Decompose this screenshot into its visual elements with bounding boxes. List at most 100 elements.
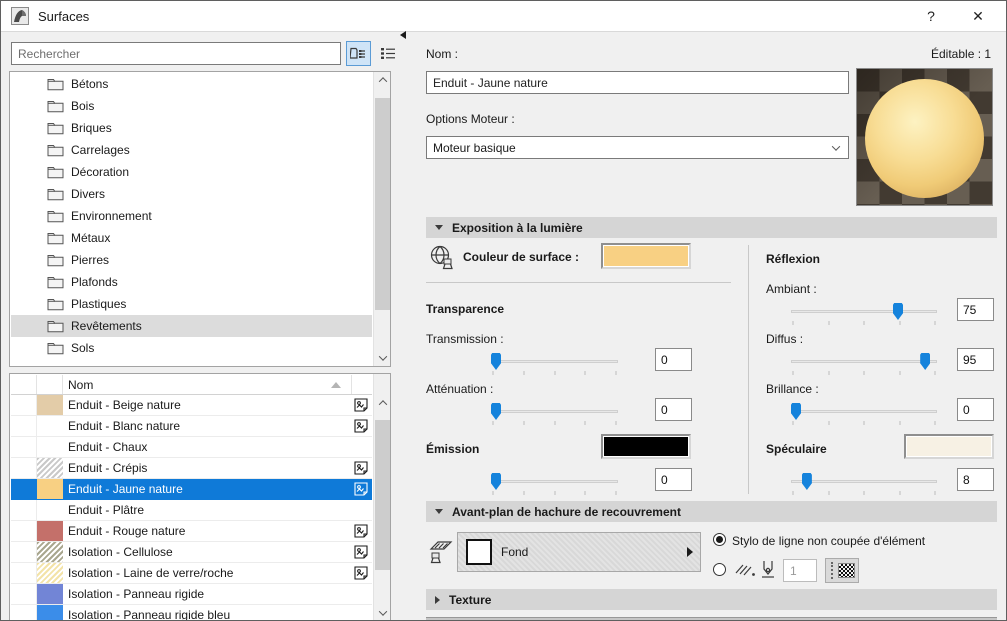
folder-icon (47, 121, 64, 135)
texture-icon (354, 461, 368, 475)
folder-row[interactable]: Décoration (11, 161, 372, 183)
folder-row[interactable]: Plafonds (11, 271, 372, 293)
folder-row[interactable]: Briques (11, 117, 372, 139)
folder-row[interactable]: Bétons (11, 73, 372, 95)
diffuse-slider[interactable] (791, 351, 937, 377)
diffuse-label: Diffus : (766, 332, 803, 346)
folder-row[interactable]: Plastiques (11, 293, 372, 315)
list-view-button[interactable] (375, 41, 400, 66)
surface-row[interactable]: Isolation - Laine de verre/roche (11, 563, 372, 584)
surface-row[interactable]: Isolation - Panneau rigide (11, 584, 372, 605)
attenuation-slider[interactable] (491, 401, 618, 427)
header-col-name[interactable]: Nom (63, 375, 352, 394)
surface-row[interactable]: Enduit - Rouge nature (11, 521, 372, 542)
scroll-down-icon[interactable] (374, 605, 391, 621)
list-scrollbar-thumb[interactable] (375, 420, 390, 570)
uncut-pen-radio[interactable] (713, 533, 726, 546)
surface-row[interactable]: Enduit - Plâtre (11, 500, 372, 521)
folder-icon (47, 253, 64, 267)
surface-swatch (37, 416, 63, 436)
section-light-exposure[interactable]: Exposition à la lumière (426, 217, 997, 238)
surface-row[interactable]: Enduit - Beige nature (11, 395, 372, 416)
header-col-texture (352, 375, 372, 394)
list-scrollbar[interactable] (373, 374, 390, 621)
texture-icon (354, 398, 368, 412)
transmission-value[interactable] (655, 348, 692, 371)
emission-color-swatch[interactable] (601, 434, 691, 459)
surfaces-dialog: Surfaces ? ✕ Bétons (0, 0, 1007, 621)
surface-row[interactable]: Enduit - Blanc nature (11, 416, 372, 437)
surface-swatch (37, 584, 63, 604)
folder-row[interactable]: Carrelages (11, 139, 372, 161)
specular-value[interactable] (957, 468, 994, 491)
scroll-up-icon[interactable] (374, 395, 391, 411)
folder-row[interactable]: Bois (11, 95, 372, 117)
surface-name-input[interactable] (426, 71, 849, 94)
surface-swatch (37, 395, 63, 415)
surface-swatch (37, 605, 63, 621)
reflection-title: Réflexion (766, 252, 820, 266)
engine-dropdown[interactable]: Moteur basique (426, 136, 849, 159)
scroll-down-icon[interactable] (374, 350, 391, 366)
folder-row[interactable]: Revêtements (11, 315, 372, 337)
attenuation-value[interactable] (655, 398, 692, 421)
emission-title: Émission (426, 442, 479, 456)
surface-color-swatch[interactable] (601, 243, 691, 269)
surface-row[interactable]: Enduit - Crépis (11, 458, 372, 479)
window-title: Surfaces (38, 9, 89, 24)
help-button[interactable]: ? (911, 1, 951, 31)
preview-sphere (865, 79, 984, 198)
specular-color-swatch[interactable] (904, 434, 994, 459)
tree-scrollbar[interactable] (373, 72, 390, 366)
surface-rows: Enduit - Beige nature Enduit - Blanc nat… (11, 395, 372, 621)
specular-slider[interactable] (791, 471, 937, 497)
fill-swatch (466, 539, 492, 565)
folder-row[interactable]: Métaux (11, 227, 372, 249)
diffuse-value[interactable] (957, 348, 994, 371)
custom-pen-radio[interactable] (713, 563, 726, 576)
folder-icon (47, 99, 64, 113)
folder-icon (47, 187, 64, 201)
section-cover-fill[interactable]: Avant-plan de hachure de recouvrement (426, 501, 997, 522)
section-texture[interactable]: Texture (426, 589, 997, 610)
list-view-icon (380, 47, 396, 60)
emission-value[interactable] (655, 468, 692, 491)
section-collapsed-icon (435, 596, 440, 604)
ambient-slider[interactable] (791, 301, 937, 327)
close-button[interactable]: ✕ (958, 1, 998, 31)
pen-number-input[interactable] (783, 559, 817, 582)
folder-row[interactable]: Divers (11, 183, 372, 205)
surface-row[interactable]: Enduit - Chaux (11, 437, 372, 458)
surface-swatch (37, 563, 63, 583)
folder-row[interactable]: Pierres (11, 249, 372, 271)
surface-row[interactable]: Isolation - Panneau rigide bleu (11, 605, 372, 621)
material-preview (856, 68, 993, 206)
section-expanded-icon (435, 509, 443, 514)
transmission-slider[interactable] (491, 351, 618, 377)
tree-view-button[interactable] (346, 41, 371, 66)
texture-icon (354, 419, 368, 433)
specular-title: Spéculaire (766, 442, 827, 456)
search-input[interactable] (11, 42, 341, 65)
tree-scrollbar-thumb[interactable] (375, 98, 390, 310)
folder-icon (47, 209, 64, 223)
folder-row[interactable]: Environnement (11, 205, 372, 227)
shininess-value[interactable] (957, 398, 994, 421)
surface-row[interactable]: Enduit - Jaune nature (11, 479, 372, 500)
surface-swatch (37, 458, 63, 478)
fill-select-button[interactable]: Fond (457, 532, 701, 572)
pen-pattern-button[interactable] (825, 558, 859, 583)
ambient-value[interactable] (957, 298, 994, 321)
divider (748, 245, 749, 494)
surface-row[interactable]: Isolation - Cellulose (11, 542, 372, 563)
name-label: Nom : (426, 47, 458, 61)
panel-collapse-icon[interactable] (400, 31, 406, 39)
shininess-slider[interactable] (791, 401, 937, 427)
scroll-up-icon[interactable] (374, 72, 391, 88)
texture-icon (354, 524, 368, 538)
folder-row[interactable]: Sols (11, 337, 372, 359)
pen-icon (760, 559, 776, 579)
emission-slider[interactable] (491, 471, 618, 497)
title-bar[interactable]: Surfaces ? ✕ (1, 1, 1006, 32)
surface-list-header[interactable]: Nom (11, 375, 372, 395)
